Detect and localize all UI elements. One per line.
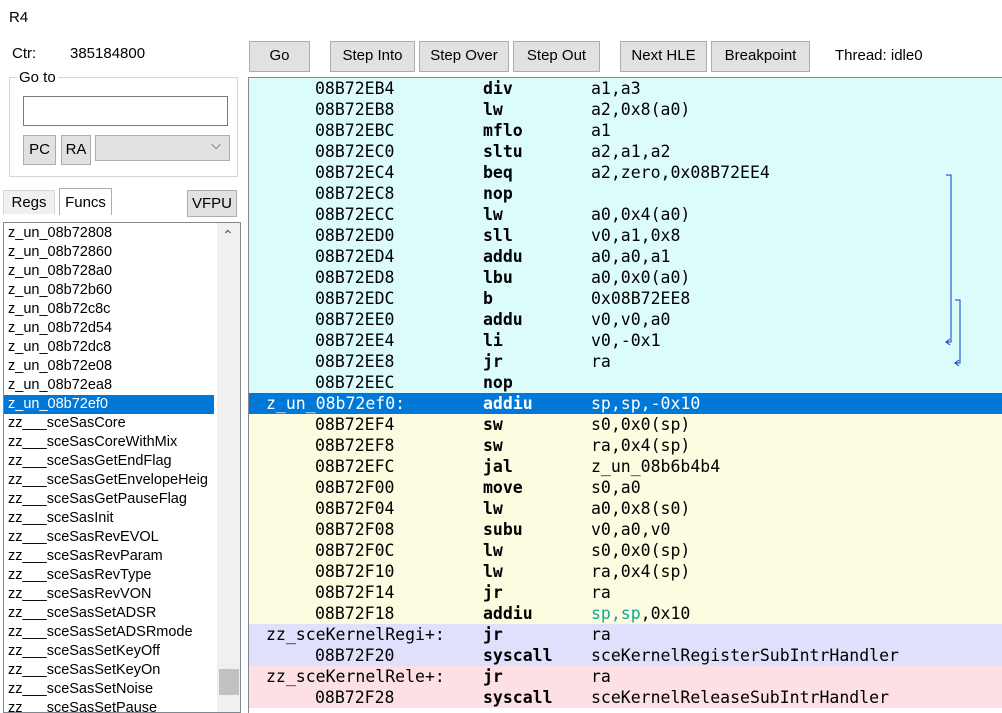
function-list-item[interactable]: zz___sceSasCore <box>8 414 126 433</box>
chevron-down-icon: ⌵ <box>211 137 221 152</box>
function-list-item[interactable]: z_un_08b72d54 <box>8 319 112 338</box>
list-scrollbar[interactable]: ⌃ <box>217 223 240 712</box>
function-list-item[interactable]: z_un_08b72dc8 <box>8 338 111 357</box>
function-list-item[interactable]: z_un_08b72860 <box>8 243 112 262</box>
step-out-button[interactable]: Step Out <box>513 41 600 72</box>
function-list-item[interactable]: zz___sceSasGetEndFlag <box>8 452 172 471</box>
counter-label: Ctr: <box>12 45 37 62</box>
vfpu-button[interactable]: VFPU <box>187 190 237 217</box>
function-list-item[interactable]: zz___sceSasSetKeyOn <box>8 661 160 680</box>
function-list-item[interactable]: zz___sceSasGetPauseFlag <box>8 490 187 509</box>
function-list-item[interactable]: zz___sceSasRevType <box>8 566 151 585</box>
function-list-item[interactable]: zz___sceSasInit <box>8 509 114 528</box>
function-list-item[interactable]: z_un_08b72e08 <box>8 357 112 376</box>
next-hle-button[interactable]: Next HLE <box>620 41 707 72</box>
branch-lines <box>945 174 961 367</box>
tab-regs[interactable]: Regs <box>3 190 55 214</box>
step-over-button[interactable]: Step Over <box>419 41 509 72</box>
function-list-item[interactable]: z_un_08b72ef0 <box>4 395 214 414</box>
disassembly-view[interactable]: 08B72EB4 div a1,a3 08B72EB8 lw a2,0x8(a0) 08B7… <box>248 77 1002 713</box>
function-list[interactable]: z_un_08b72808 z_un_08b72860 z_un_08b728a0 z… <box>3 222 241 713</box>
function-list-item[interactable]: z_un_08b72ea8 <box>8 376 112 395</box>
goto-input[interactable] <box>23 96 228 126</box>
function-list-item[interactable]: zz___sceSasSetADSRmode <box>8 623 193 642</box>
pc-button[interactable]: PC <box>23 135 56 165</box>
window-title: R4 <box>9 9 29 26</box>
function-list-item[interactable]: zz___sceSasGetEnvelopeHeig <box>8 471 208 490</box>
scroll-thumb[interactable] <box>219 669 239 695</box>
function-list-item[interactable]: zz___sceSasSetNoise <box>8 680 153 699</box>
function-list-item[interactable]: zz___sceSasRevEVOL <box>8 528 159 547</box>
branch-line-beq <box>946 174 952 343</box>
function-list-item[interactable]: z_un_08b72808 <box>8 224 112 243</box>
branch-line-b <box>955 299 961 364</box>
function-list-item[interactable]: z_un_08b72b60 <box>8 281 112 300</box>
tab-funcs[interactable]: Funcs <box>59 188 112 215</box>
thread-label: Thread: idle0 <box>835 47 923 64</box>
goto-legend: Go to <box>17 69 58 86</box>
chevron-up-icon[interactable]: ⌃ <box>222 227 234 244</box>
ra-button[interactable]: RA <box>61 135 91 165</box>
function-list-item[interactable]: zz___sceSasSetPause <box>8 699 157 712</box>
function-list-item[interactable]: zz___sceSasSetKeyOff <box>8 642 160 661</box>
function-list-item[interactable]: zz___sceSasSetADSR <box>8 604 156 623</box>
breakpoint-button[interactable]: Breakpoint <box>711 41 810 72</box>
step-into-button[interactable]: Step Into <box>330 41 415 72</box>
function-list-item[interactable]: z_un_08b728a0 <box>8 262 112 281</box>
function-list-item[interactable]: zz___sceSasCoreWithMix <box>8 433 177 452</box>
function-list-item[interactable]: zz___sceSasRevParam <box>8 547 163 566</box>
address-select[interactable]: ⌵ <box>95 135 230 161</box>
counter-value: 385184800 <box>70 45 146 62</box>
function-list-item[interactable]: z_un_08b72c8c <box>8 300 110 319</box>
go-button[interactable]: Go <box>249 41 310 72</box>
function-list-item[interactable]: zz___sceSasRevVON <box>8 585 151 604</box>
